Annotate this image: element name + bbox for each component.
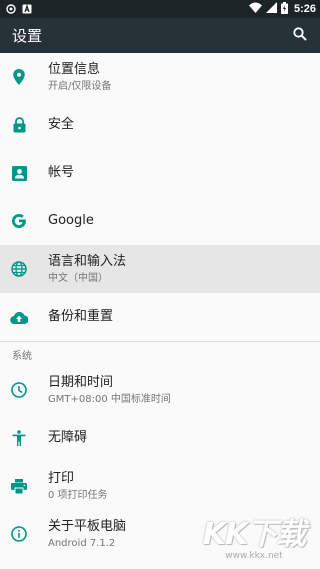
search-icon <box>293 26 307 45</box>
setting-google[interactable]: Google <box>0 197 320 245</box>
lock-icon <box>10 116 28 134</box>
item-title: 备份和重置 <box>48 309 114 324</box>
setting-printing[interactable]: 打印 0 项打印任务 <box>0 462 320 510</box>
status-notifications <box>6 4 32 14</box>
status-system: 5:26 <box>248 1 316 17</box>
item-subtitle: 0 项打印任务 <box>48 489 108 501</box>
item-title: 日期和时间 <box>48 374 114 390</box>
notification-icon <box>6 4 16 14</box>
item-subtitle: 开启/仅限设备 <box>48 80 112 92</box>
section-header-system: 系统 <box>12 350 32 362</box>
signal-icon <box>265 2 277 16</box>
cloud-upload-icon <box>10 308 28 326</box>
clock-icon <box>10 381 28 399</box>
item-subtitle: GMT+08:00 中国标准时间 <box>48 393 171 405</box>
app-bar: 设置 <box>0 18 320 53</box>
page-title: 设置 <box>12 27 43 45</box>
item-title: 打印 <box>48 470 75 486</box>
account-icon <box>10 164 28 182</box>
location-icon <box>10 68 28 86</box>
status-time: 5:26 <box>293 3 316 15</box>
battery-icon <box>280 1 288 17</box>
info-icon <box>10 525 28 543</box>
setting-language-input[interactable]: 语言和输入法 中文（中国） <box>0 245 320 293</box>
watermark-url: www.kkx.net <box>225 551 283 561</box>
wifi-icon <box>248 2 262 16</box>
status-bar: 5:26 <box>0 0 320 18</box>
item-title: 位置信息 <box>48 61 101 77</box>
setting-date-time[interactable]: 日期和时间 GMT+08:00 中国标准时间 <box>0 366 320 414</box>
accessibility-icon <box>10 429 28 447</box>
setting-security[interactable]: 安全 <box>0 101 320 149</box>
item-subtitle: 中文（中国） <box>48 272 108 284</box>
setting-location[interactable]: 位置信息 开启/仅限设备 <box>0 53 320 101</box>
item-title: Google <box>48 213 94 228</box>
setting-accessibility[interactable]: 无障碍 <box>0 414 320 462</box>
settings-list: 位置信息 开启/仅限设备 安全 帐号 Google 语言和输入法 中文（中国） … <box>0 53 320 558</box>
item-title: 安全 <box>48 117 75 132</box>
globe-icon <box>10 260 28 278</box>
setting-accounts[interactable]: 帐号 <box>0 149 320 197</box>
google-icon <box>10 212 28 230</box>
print-icon <box>10 477 28 495</box>
item-title: 无障碍 <box>48 430 88 445</box>
watermark: KK下载 www.kkx.net <box>196 517 312 563</box>
watermark-logo: KK下载 <box>202 517 306 552</box>
search-button[interactable] <box>290 26 310 46</box>
notification-a-icon <box>22 4 32 14</box>
item-title: 语言和输入法 <box>48 253 127 269</box>
item-title: 帐号 <box>48 165 75 180</box>
setting-backup-reset[interactable]: 备份和重置 <box>0 293 320 341</box>
